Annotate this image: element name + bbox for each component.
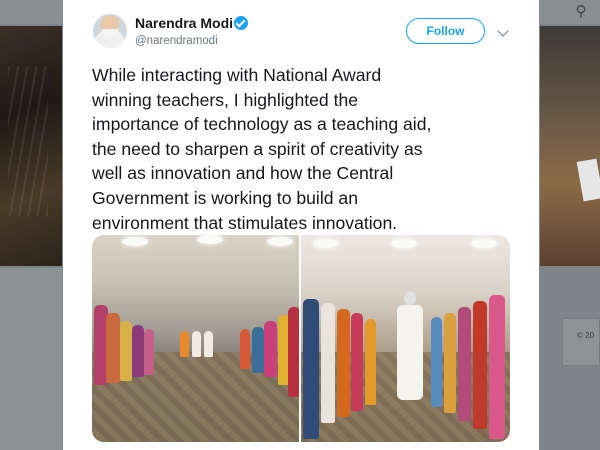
photo-meeting-room[interactable]	[92, 235, 299, 442]
seated-teacher	[264, 321, 277, 377]
background-left-panel	[0, 268, 62, 450]
background-left-image	[0, 26, 62, 266]
standing-teacher	[365, 319, 376, 405]
seated-guest	[192, 331, 201, 357]
search-icon[interactable]: ⚲	[572, 3, 590, 21]
tweet-text-line: the need to sharpen a spirit of creativi…	[92, 138, 423, 159]
verified-badge-icon	[234, 16, 248, 30]
chevron-down-icon[interactable]	[497, 25, 509, 37]
standing-teacher	[458, 307, 471, 421]
seated-teacher	[132, 325, 144, 377]
walking-guest	[397, 291, 423, 400]
seated-guest	[204, 331, 213, 357]
follow-button[interactable]: Follow	[406, 18, 485, 44]
standing-teacher	[303, 299, 319, 439]
background-footer-box: © 20	[562, 318, 600, 366]
tweet-text-line: While interacting with National Award	[92, 65, 382, 85]
standing-teacher	[321, 303, 335, 423]
author-name[interactable]: Narendra Modi	[135, 15, 233, 31]
ceiling-light	[391, 239, 417, 248]
standing-teacher	[337, 309, 350, 417]
photo-greeting-teachers[interactable]	[301, 235, 510, 442]
seated-teacher	[144, 329, 154, 375]
standing-teacher	[351, 313, 363, 411]
standing-teacher	[444, 313, 456, 413]
ceiling-light	[267, 237, 293, 246]
background-right-image	[540, 26, 600, 266]
seated-teacher	[106, 313, 120, 383]
seated-teacher	[240, 329, 250, 369]
standing-teacher	[489, 295, 505, 439]
tweet-text: While interacting with National Award wi…	[92, 63, 522, 235]
seated-teacher	[252, 327, 264, 373]
author-handle[interactable]: @narendramodi	[135, 35, 218, 47]
ceiling-light	[313, 239, 339, 248]
standing-teacher	[431, 317, 442, 407]
tweet-text-line: environment that stimulates innovation.	[92, 212, 398, 233]
avatar[interactable]	[93, 14, 127, 48]
tweet-text-line: importance of technology as a teaching a…	[92, 114, 432, 135]
tweet-text-line: Government is working to build an	[92, 187, 358, 208]
seated-teacher	[120, 321, 132, 381]
tweet-text-line: well as innovation and how the Central	[92, 163, 394, 184]
tweet-text-line: winning teachers, I highlighted the	[92, 89, 359, 110]
ceiling-light	[471, 239, 497, 248]
ceiling-light	[197, 235, 223, 244]
copyright-text: © 20	[577, 331, 595, 340]
ceiling-light	[122, 237, 148, 246]
seated-guest	[180, 331, 189, 357]
standing-teacher	[473, 301, 487, 429]
seated-teacher	[288, 307, 299, 397]
tweet-card: Narendra Modi @narendramodi Follow While…	[63, 0, 539, 450]
